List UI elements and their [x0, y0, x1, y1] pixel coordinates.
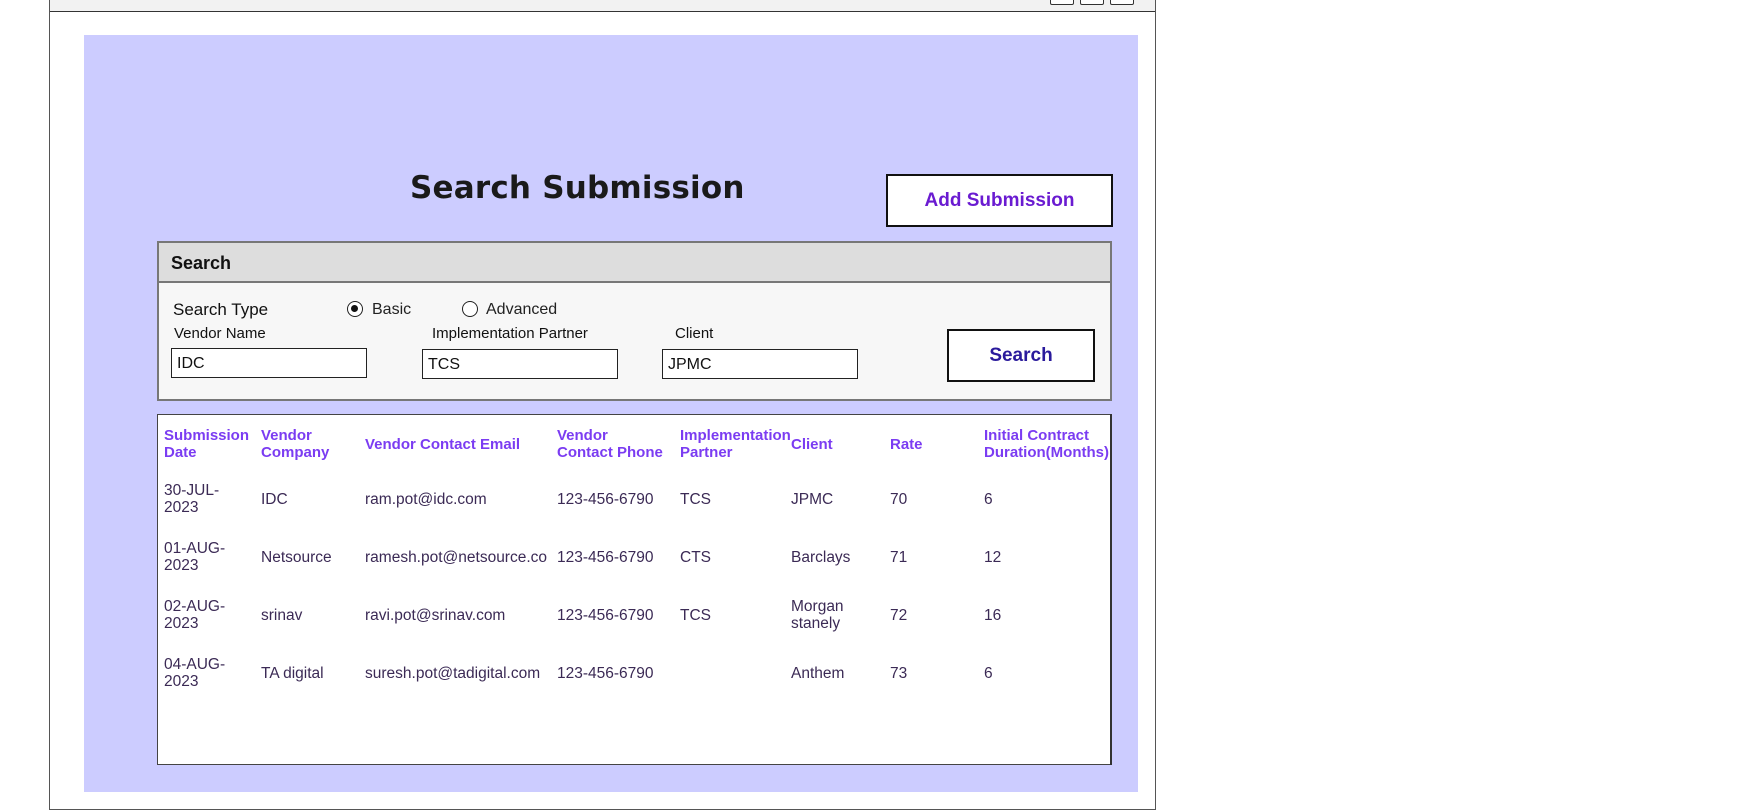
search-button[interactable]: Search	[947, 329, 1095, 382]
submissions-table: Submission Date Vendor Company Vendor Contac…	[157, 414, 1112, 765]
table-cell-phone: 123-456-6790	[557, 665, 654, 682]
search-type-label: Search Type	[173, 300, 269, 319]
close-icon[interactable]	[1110, 0, 1134, 5]
basic-radio[interactable]	[347, 301, 363, 317]
table-cell-rate: 73	[890, 665, 908, 682]
table-cell-duration: 6	[984, 665, 993, 682]
client-label: Client	[675, 325, 714, 342]
implementation-partner-label: Implementation Partner	[432, 325, 588, 342]
table-cell-company: TA digital	[261, 665, 324, 682]
maximize-icon[interactable]	[1080, 0, 1104, 5]
minimize-icon[interactable]	[1050, 0, 1074, 5]
table-cell-client: Anthem	[791, 665, 845, 682]
advanced-radio-label[interactable]: Advanced	[486, 301, 557, 319]
table-cell-email: suresh.pot@tadigital.com	[365, 665, 541, 682]
table-right-border	[1110, 414, 1112, 765]
vendor-name-input[interactable]: IDC	[171, 348, 367, 378]
search-panel-title: Search	[171, 253, 232, 273]
window-titlebar	[50, 0, 1155, 12]
table-row[interactable]: 04-AUG- 2023 TA digital suresh.pot@tadigita…	[158, 415, 1111, 764]
table-cell-date: 04-AUG- 2023	[164, 656, 226, 690]
basic-radio-label[interactable]: Basic	[372, 301, 411, 319]
search-panel-header: Search	[159, 243, 1110, 283]
implementation-partner-input[interactable]: TCS	[422, 349, 618, 379]
search-panel: Search Search Type Basic Advanced Vendor…	[157, 241, 1112, 401]
advanced-radio[interactable]	[462, 301, 478, 317]
add-submission-button[interactable]: Add Submission	[886, 174, 1113, 227]
page-title: Search Submission	[410, 170, 745, 206]
client-input[interactable]: JPMC	[662, 349, 858, 379]
vendor-name-label: Vendor Name	[174, 325, 266, 342]
